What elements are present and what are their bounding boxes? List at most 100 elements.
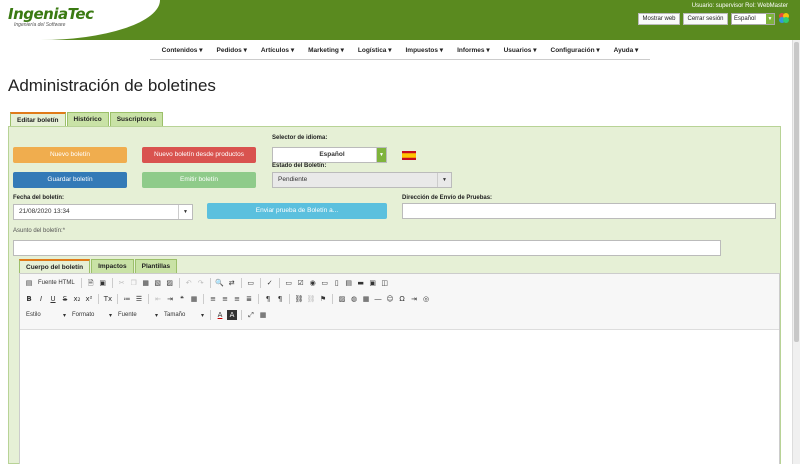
- paste-word-icon[interactable]: ▨: [165, 278, 175, 288]
- style-combo[interactable]: Estilo ▾: [24, 312, 68, 319]
- nav-ayuda[interactable]: Ayuda ▾: [607, 42, 646, 59]
- bold-icon[interactable]: B: [24, 294, 34, 304]
- show-blocks-icon[interactable]: ▦: [258, 310, 268, 320]
- separator: [289, 294, 290, 304]
- font-combo[interactable]: Fuente ▾: [116, 312, 160, 319]
- tab-historico[interactable]: Histórico: [66, 112, 109, 126]
- unlink-icon[interactable]: ⛓: [306, 294, 316, 304]
- paste-icon[interactable]: ▦: [141, 278, 151, 288]
- horizontal-line-icon[interactable]: ―: [373, 294, 383, 304]
- new-from-products-button[interactable]: Nuevo boletín desde productos: [142, 147, 256, 163]
- div-icon[interactable]: ▦: [189, 294, 199, 304]
- nav-usuarios[interactable]: Usuarios ▾: [497, 42, 544, 59]
- language-select[interactable]: Español ▼: [731, 13, 775, 25]
- special-char-icon[interactable]: Ω: [397, 294, 407, 304]
- hidden-field-icon[interactable]: ◫: [380, 278, 390, 288]
- form-icon[interactable]: ▭: [284, 278, 294, 288]
- align-right-icon[interactable]: ≡: [232, 294, 242, 304]
- radio-icon[interactable]: ◉: [308, 278, 318, 288]
- ltr-icon[interactable]: ¶: [263, 294, 273, 304]
- link-icon[interactable]: ⛓: [294, 294, 304, 304]
- save-icon[interactable]: 🗎: [86, 278, 96, 288]
- maximize-icon[interactable]: ⤢: [246, 310, 256, 320]
- italic-icon[interactable]: I: [36, 294, 46, 304]
- nav-pedidos[interactable]: Pedidos ▾: [210, 42, 254, 59]
- size-combo-label: Tamaño: [164, 311, 186, 318]
- tab-cuerpo-boletin[interactable]: Cuerpo del boletín: [19, 259, 91, 273]
- align-center-icon[interactable]: ≡: [220, 294, 230, 304]
- underline-icon[interactable]: U: [48, 294, 58, 304]
- align-justify-icon[interactable]: ≣: [244, 294, 254, 304]
- indent-icon[interactable]: ⇥: [165, 294, 175, 304]
- image-button-icon[interactable]: ▣: [368, 278, 378, 288]
- smiley-icon[interactable]: ☺: [385, 294, 395, 304]
- checkbox-icon[interactable]: ☑: [296, 278, 306, 288]
- preview-icon[interactable]: ▣: [98, 278, 108, 288]
- nav-marketing[interactable]: Marketing ▾: [301, 42, 351, 59]
- align-left-icon[interactable]: ≡: [208, 294, 218, 304]
- strikethrough-icon[interactable]: S: [60, 294, 70, 304]
- replace-icon[interactable]: ⇄: [227, 278, 237, 288]
- scrollbar-thumb[interactable]: [794, 42, 799, 342]
- page-scrollbar[interactable]: [792, 40, 800, 464]
- tab-editar-boletin[interactable]: Editar boletín: [10, 112, 66, 126]
- format-combo[interactable]: Formato ▾: [70, 312, 114, 319]
- emit-newsletter-button[interactable]: Emitir boletín: [142, 172, 256, 188]
- image-icon[interactable]: ▨: [337, 294, 347, 304]
- rtl-icon[interactable]: ¶: [275, 294, 285, 304]
- find-icon[interactable]: 🔍: [215, 278, 225, 288]
- cut-icon[interactable]: ✂: [117, 278, 127, 288]
- logout-button[interactable]: Cerrar sesión: [683, 13, 728, 25]
- button-field-icon[interactable]: ▬: [356, 278, 366, 288]
- nav-informes[interactable]: Informes ▾: [450, 42, 497, 59]
- spellcheck-icon[interactable]: ✓: [265, 278, 275, 288]
- flash-icon[interactable]: ◍: [349, 294, 359, 304]
- language-selector[interactable]: Español ▼: [272, 147, 387, 163]
- textarea-icon[interactable]: ▯: [332, 278, 342, 288]
- anchor-icon[interactable]: ⚑: [318, 294, 328, 304]
- outdent-icon[interactable]: ⇤: [153, 294, 163, 304]
- help-icon[interactable]: [778, 12, 790, 24]
- date-input[interactable]: 21/08/2020 13:34 ▼: [13, 204, 193, 220]
- source-icon[interactable]: ▤: [24, 278, 34, 288]
- tab-suscriptores[interactable]: Suscriptores: [109, 112, 164, 126]
- save-newsletter-button[interactable]: Guardar boletín: [13, 172, 127, 188]
- page: IngeniaTec Ingeniería del Software Usuar…: [0, 0, 800, 464]
- nav-configuracion[interactable]: Configuración ▾: [544, 42, 607, 59]
- redo-icon[interactable]: ↷: [196, 278, 206, 288]
- numbered-list-icon[interactable]: ≔: [122, 294, 132, 304]
- test-email-input[interactable]: [402, 203, 776, 219]
- tab-plantillas[interactable]: Plantillas: [134, 259, 178, 273]
- size-combo[interactable]: Tamaño ▾: [162, 312, 206, 319]
- table-icon[interactable]: ▦: [361, 294, 371, 304]
- paste-text-icon[interactable]: ▧: [153, 278, 163, 288]
- text-color-icon[interactable]: A: [215, 310, 225, 320]
- bullet-list-icon[interactable]: ☰: [134, 294, 144, 304]
- send-test-button[interactable]: Enviar prueba de Boletín a...: [207, 203, 387, 219]
- remove-format-icon[interactable]: Tx: [103, 294, 113, 304]
- nav-logistica[interactable]: Logística ▾: [351, 42, 399, 59]
- show-web-button[interactable]: Mostrar web: [638, 13, 680, 25]
- copy-icon[interactable]: ❐: [129, 278, 139, 288]
- subject-input[interactable]: [13, 240, 721, 256]
- state-select[interactable]: Pendiente ▼: [272, 172, 452, 188]
- subscript-icon[interactable]: x₂: [72, 294, 82, 304]
- undo-icon[interactable]: ↶: [184, 278, 194, 288]
- chevron-down-icon: ▼: [437, 173, 451, 187]
- textfield-icon[interactable]: ▭: [320, 278, 330, 288]
- bg-color-icon[interactable]: A: [227, 310, 237, 320]
- tab-impactos[interactable]: Impactos: [91, 259, 134, 273]
- superscript-icon[interactable]: x²: [84, 294, 94, 304]
- nav-articulos[interactable]: Artículos ▾: [254, 42, 301, 59]
- select-field-icon[interactable]: ▤: [344, 278, 354, 288]
- select-all-icon[interactable]: ▭: [246, 278, 256, 288]
- logo[interactable]: IngeniaTec: [8, 5, 94, 23]
- nav-impuestos[interactable]: Impuestos ▾: [399, 42, 451, 59]
- chevron-down-icon: ▾: [200, 312, 204, 319]
- iframe-icon[interactable]: ◎: [421, 294, 431, 304]
- source-button[interactable]: Fuente HTML: [36, 280, 77, 286]
- page-break-icon[interactable]: ⇥: [409, 294, 419, 304]
- blockquote-icon[interactable]: ❝: [177, 294, 187, 304]
- new-newsletter-button[interactable]: Nuevo boletín: [13, 147, 127, 163]
- nav-contenidos[interactable]: Contenidos ▾: [155, 42, 210, 59]
